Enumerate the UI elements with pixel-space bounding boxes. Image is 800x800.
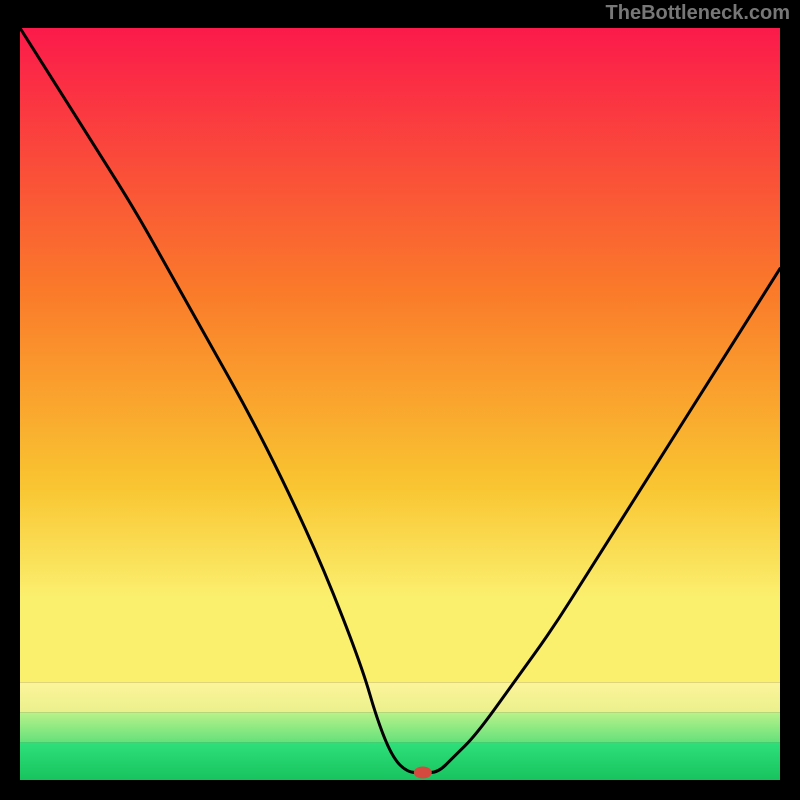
chart-stage: TheBottleneck.com bbox=[0, 0, 800, 800]
background-band-lemon bbox=[20, 682, 780, 712]
bottleneck-curve-chart bbox=[20, 28, 780, 780]
chart-svg bbox=[20, 28, 780, 780]
background-band-lightgreen bbox=[20, 712, 780, 742]
optimum-marker bbox=[414, 766, 432, 778]
watermark-text: TheBottleneck.com bbox=[606, 2, 790, 25]
background-gradient bbox=[20, 28, 780, 682]
background-band-green bbox=[20, 742, 780, 780]
